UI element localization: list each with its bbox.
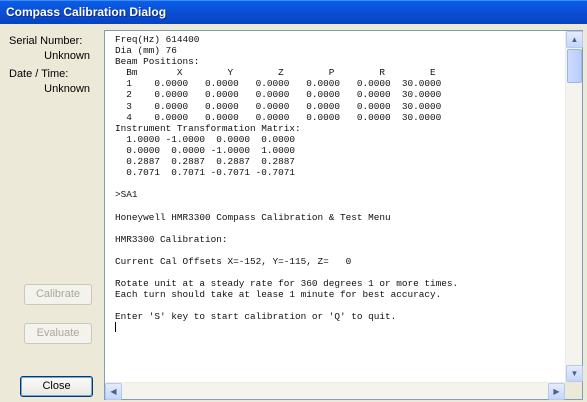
terminal-line: 1 0.0000 0.0000 0.0000 0.0000 0.0000 30.… bbox=[115, 78, 442, 90]
terminal-line: Enter 'S' key to start calibration or 'Q… bbox=[115, 311, 397, 323]
terminal-line: 0.0000 0.0000 -1.0000 1.0000 bbox=[115, 144, 296, 156]
vertical-scroll-thumb[interactable] bbox=[567, 49, 582, 83]
scroll-up-icon[interactable]: ▲ bbox=[566, 31, 583, 48]
terminal-line: Honeywell HMR3300 Compass Calibration & … bbox=[115, 211, 391, 223]
device-info-panel: Serial Number: Unknown Date / Time: Unkn… bbox=[0, 24, 104, 402]
terminal-line: HMR3300 Calibration: bbox=[115, 233, 228, 245]
text-cursor-icon bbox=[115, 322, 116, 333]
terminal-line: Rotate unit at a steady rate for 360 deg… bbox=[115, 278, 459, 290]
terminal-cursor-line bbox=[115, 322, 555, 333]
terminal-line: Each turn should take at lease 1 minute … bbox=[115, 289, 442, 301]
terminal-line: >SA1 bbox=[115, 189, 138, 201]
evaluate-button[interactable]: Evaluate bbox=[24, 323, 92, 344]
dialog-body: Serial Number: Unknown Date / Time: Unkn… bbox=[0, 24, 587, 402]
terminal-line: Beam Positions: bbox=[115, 56, 200, 68]
title-bar[interactable]: Compass Calibration Dialog bbox=[0, 0, 587, 24]
date-time-value: Unknown bbox=[44, 83, 90, 95]
terminal-line: 0.7071 0.7071 -0.7071 -0.7071 bbox=[115, 167, 296, 179]
serial-number-label: Serial Number: bbox=[9, 35, 83, 47]
scroll-left-icon[interactable]: ◀ bbox=[105, 383, 122, 400]
terminal-line: 4 0.0000 0.0000 0.0000 0.0000 0.0000 30.… bbox=[115, 111, 442, 123]
scroll-right-icon[interactable]: ▶ bbox=[548, 383, 565, 400]
terminal-line: 3 0.0000 0.0000 0.0000 0.0000 0.0000 30.… bbox=[115, 100, 442, 112]
scroll-down-icon[interactable]: ▼ bbox=[566, 365, 583, 382]
scrollbar-corner bbox=[565, 382, 582, 399]
serial-number-value: Unknown bbox=[44, 50, 90, 62]
terminal-line: Bm X Y Z P R E bbox=[115, 67, 436, 79]
horizontal-scrollbar[interactable]: ◀ ▶ bbox=[105, 382, 565, 400]
date-time-label: Date / Time: bbox=[9, 68, 69, 80]
terminal-line: Instrument Transformation Matrix: bbox=[115, 122, 301, 134]
window-title: Compass Calibration Dialog bbox=[6, 5, 167, 19]
calibrate-button[interactable]: Calibrate bbox=[24, 284, 92, 305]
terminal-line: Dia (mm) 76 bbox=[115, 45, 177, 57]
terminal-line: Current Cal Offsets X=-152, Y=-115, Z= 0 bbox=[115, 255, 352, 267]
terminal-line: 2 0.0000 0.0000 0.0000 0.0000 0.0000 30.… bbox=[115, 89, 442, 101]
terminal-line: 1.0000 -1.0000 0.0000 0.0000 bbox=[115, 133, 296, 145]
terminal-text[interactable]: Freq(Hz) 614400 Dia (mm) 76 Beam Positions… bbox=[115, 34, 555, 382]
terminal-line: 0.2887 0.2887 0.2887 0.2887 bbox=[115, 156, 296, 168]
close-button[interactable]: Close bbox=[20, 376, 93, 397]
vertical-scrollbar[interactable]: ▲ ▼ bbox=[565, 31, 583, 382]
terminal-line: Freq(Hz) 614400 bbox=[115, 34, 200, 45]
terminal-output[interactable]: Freq(Hz) 614400 Dia (mm) 76 Beam Positions… bbox=[104, 30, 583, 400]
